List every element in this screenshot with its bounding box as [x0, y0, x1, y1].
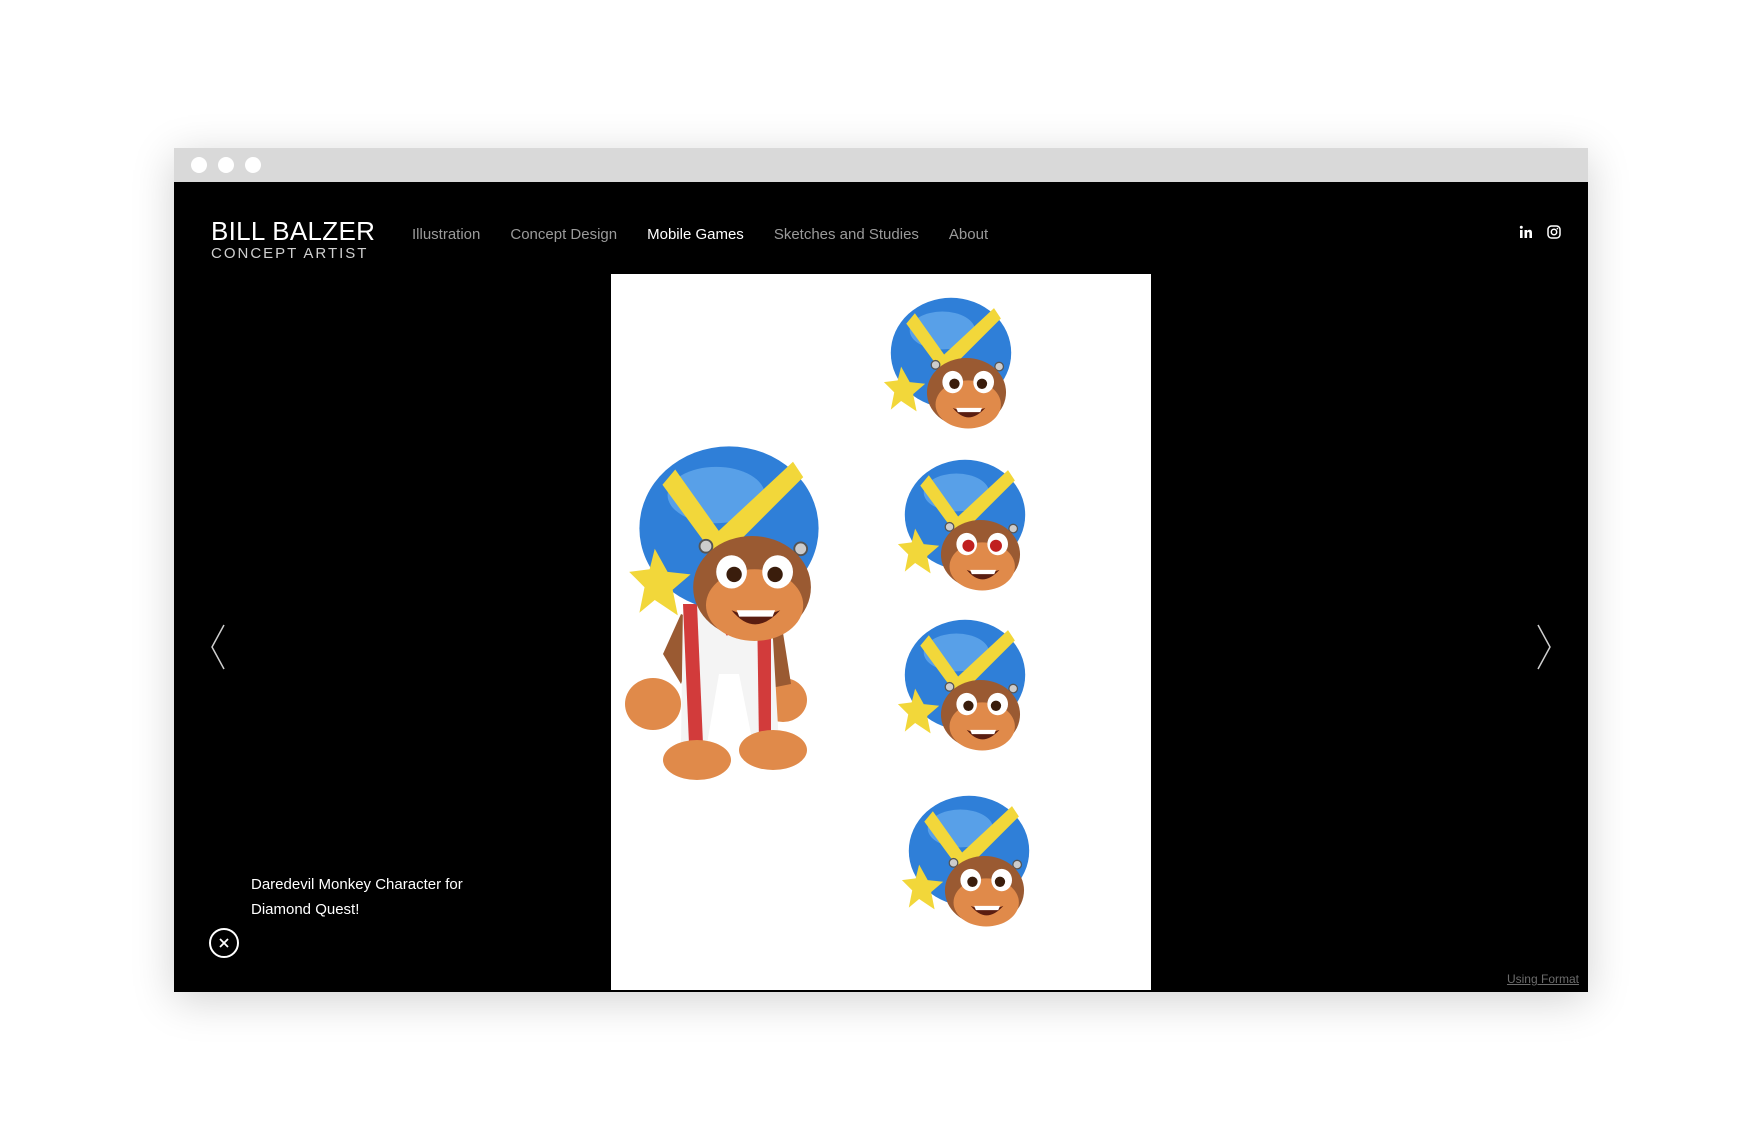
site-logo[interactable]: BILL BALZER CONCEPT ARTIST: [211, 218, 375, 261]
window-control-dot[interactable]: [245, 157, 261, 173]
monkey-body-figure: [625, 445, 820, 780]
image-caption: Daredevil Monkey Character for Diamond Q…: [251, 876, 463, 918]
monkey-head-expression: [897, 619, 1026, 752]
linkedin-icon[interactable]: [1518, 224, 1534, 240]
instagram-icon[interactable]: [1546, 224, 1562, 240]
previous-arrow-icon[interactable]: [208, 622, 228, 672]
main-nav: Illustration Concept Design Mobile Games…: [412, 226, 988, 243]
brand-subtitle: CONCEPT ARTIST: [211, 245, 369, 262]
nav-item-mobile-games[interactable]: Mobile Games: [647, 226, 744, 243]
window-control-dot[interactable]: [191, 157, 207, 173]
social-links: [1518, 224, 1562, 240]
window-control-dot[interactable]: [218, 157, 234, 173]
using-format-link[interactable]: Using Format: [1507, 972, 1579, 986]
monkey-head-expression: [883, 297, 1012, 430]
browser-window: BILL BALZER CONCEPT ARTIST Illustration …: [174, 148, 1588, 992]
portfolio-page: BILL BALZER CONCEPT ARTIST Illustration …: [174, 182, 1588, 992]
artwork-image: [611, 274, 1151, 990]
monkey-head-expression: [901, 795, 1030, 928]
monkey-head-expression: [897, 459, 1026, 592]
nav-item-concept-design[interactable]: Concept Design: [510, 226, 617, 243]
brand-name: BILL BALZER: [211, 216, 376, 246]
nav-item-about[interactable]: About: [949, 226, 988, 243]
close-icon[interactable]: [209, 928, 239, 958]
nav-item-illustration[interactable]: Illustration: [412, 226, 480, 243]
browser-titlebar: [174, 148, 1588, 182]
daredevil-monkey-illustration: [625, 297, 1030, 928]
nav-item-sketches-and-studies[interactable]: Sketches and Studies: [774, 226, 919, 243]
next-arrow-icon[interactable]: [1534, 622, 1554, 672]
